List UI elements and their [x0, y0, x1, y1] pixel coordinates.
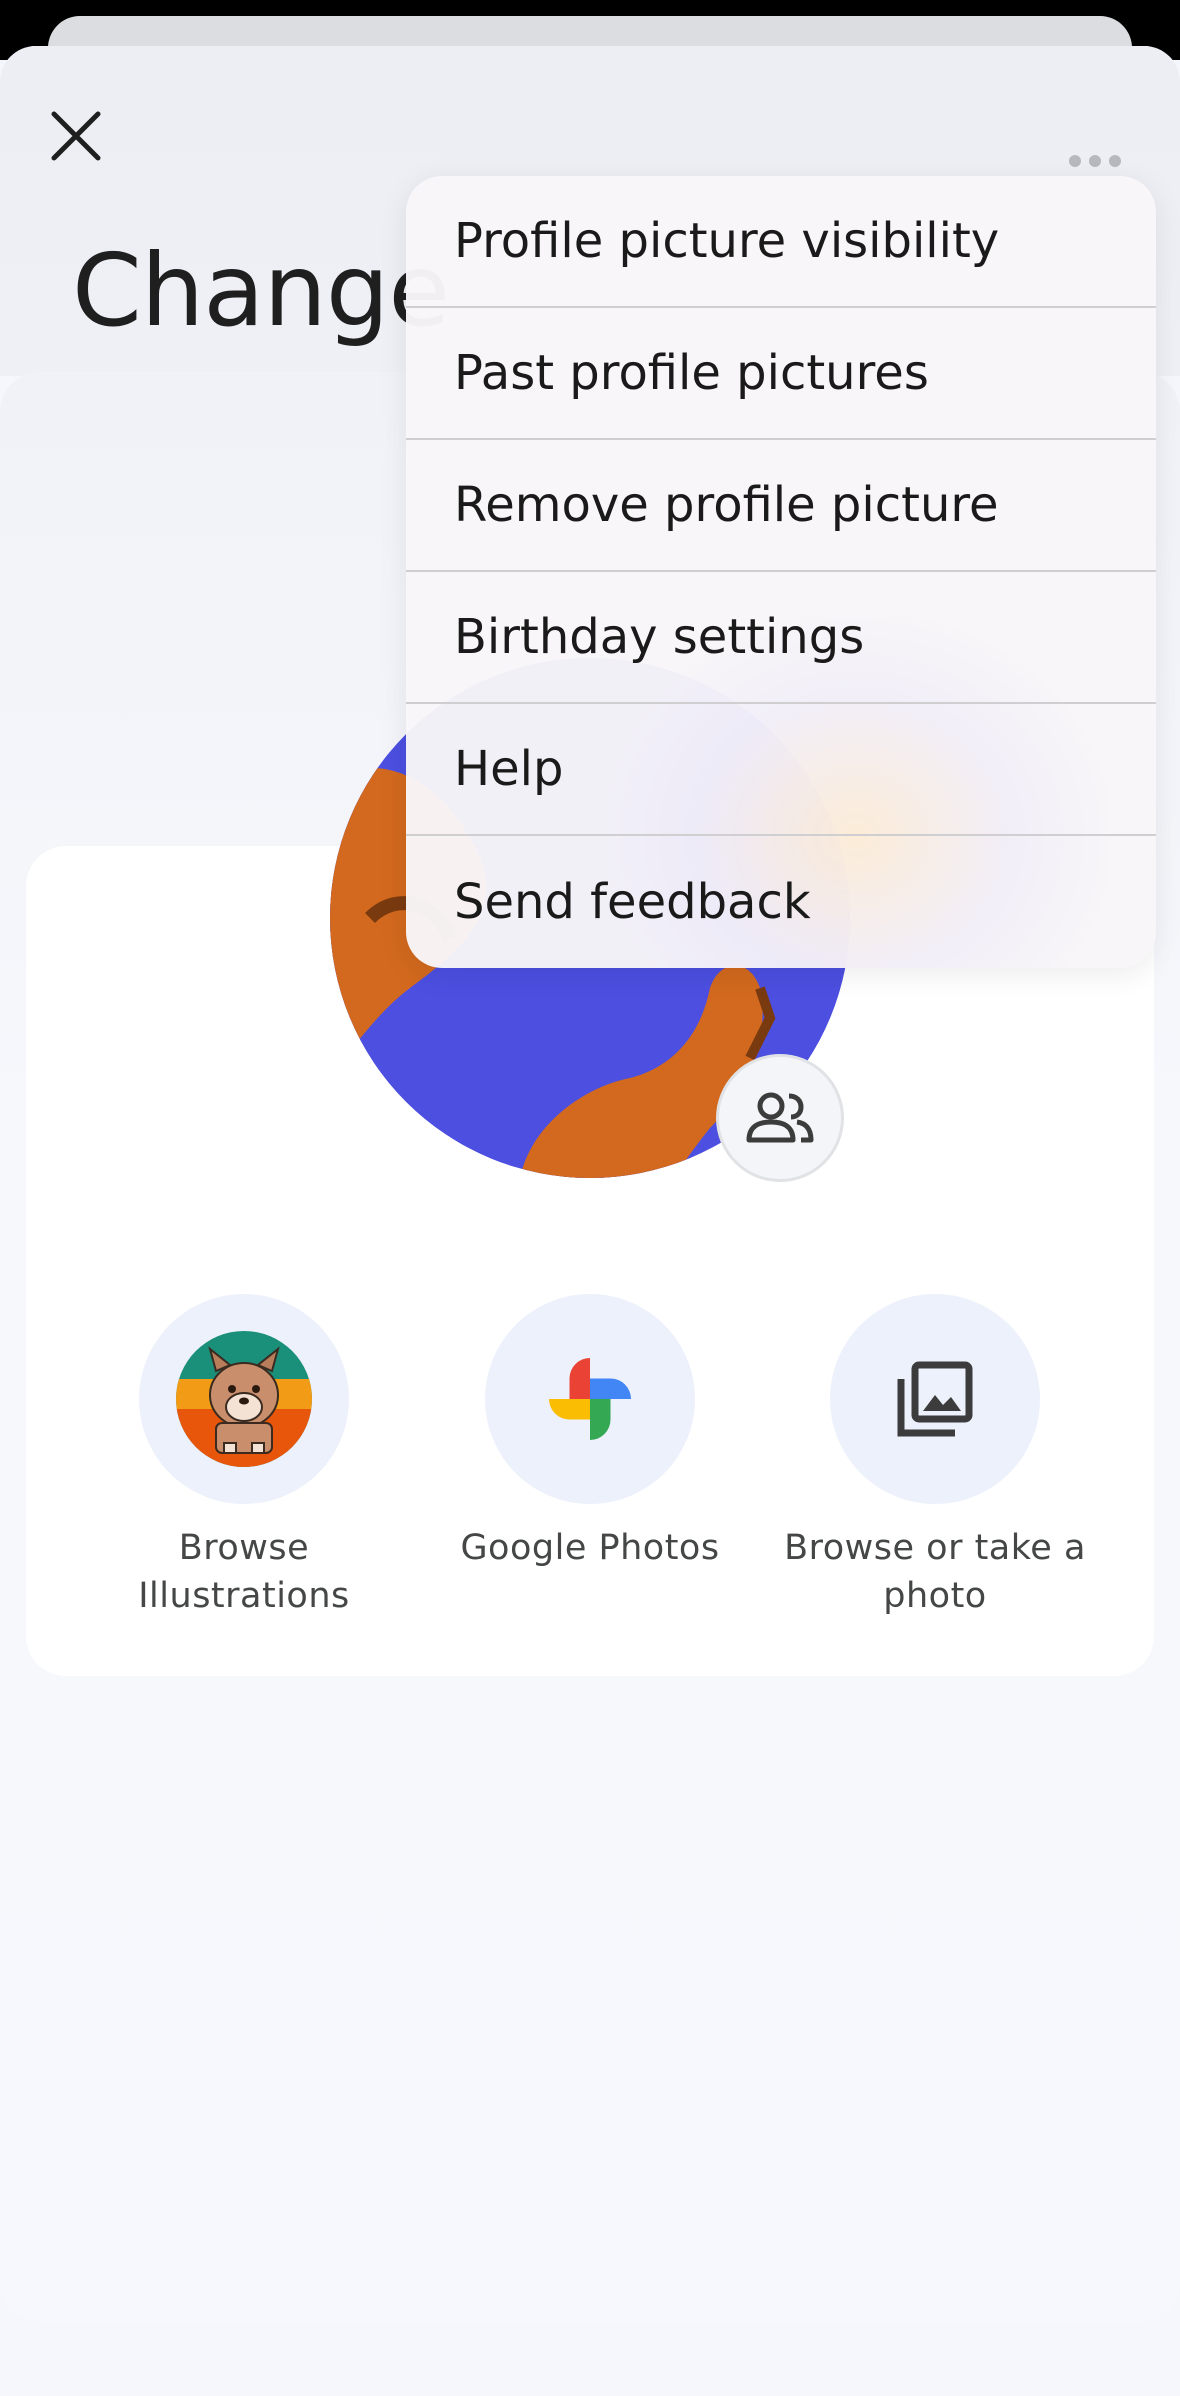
picture-source-actions: Browse Illustrations Google Photos Brows…: [0, 1294, 1180, 1634]
browse-illustrations-button[interactable]: Browse Illustrations: [64, 1294, 424, 1620]
browse-or-take-photo-label: Browse or take a photo: [755, 1524, 1115, 1620]
menu-item-help[interactable]: Help: [406, 704, 1156, 836]
menu-item-send-feedback[interactable]: Send feedback: [406, 836, 1156, 968]
label-line: Browse: [178, 1528, 310, 1568]
google-photos-pinwheel-icon: [549, 1358, 631, 1440]
illustration-dog-icon: [176, 1331, 312, 1467]
menu-item-birthday-settings[interactable]: Birthday settings: [406, 572, 1156, 704]
visibility-button[interactable]: [716, 1054, 844, 1182]
overflow-menu: Profile picture visibility Past profile …: [406, 176, 1156, 968]
label-line: photo: [883, 1576, 987, 1616]
more-dot: [1089, 155, 1101, 167]
label-line: Google Photos: [460, 1528, 720, 1568]
browse-or-take-photo-button[interactable]: Browse or take a photo: [755, 1294, 1115, 1620]
more-options-button[interactable]: [1060, 146, 1130, 176]
more-horizontal-icon: [1069, 155, 1081, 167]
close-icon: [51, 111, 101, 161]
page-title: Change: [72, 232, 450, 349]
close-button[interactable]: [46, 106, 106, 166]
google-photos-label: Google Photos: [410, 1524, 770, 1572]
label-line: Browse or take a: [784, 1528, 1086, 1568]
browse-illustrations-label: Browse Illustrations: [64, 1524, 424, 1620]
more-dot: [1109, 155, 1121, 167]
google-photos-circle: [485, 1294, 695, 1504]
menu-item-remove-profile-picture[interactable]: Remove profile picture: [406, 440, 1156, 572]
browse-or-take-photo-circle: [830, 1294, 1040, 1504]
people-icon: [746, 1092, 814, 1143]
google-photos-button[interactable]: Google Photos: [410, 1294, 770, 1572]
photo-library-icon: [897, 1361, 973, 1437]
menu-item-profile-picture-visibility[interactable]: Profile picture visibility: [406, 176, 1156, 308]
label-line: Illustrations: [138, 1576, 350, 1616]
menu-item-past-profile-pictures[interactable]: Past profile pictures: [406, 308, 1156, 440]
browse-illustrations-circle: [139, 1294, 349, 1504]
